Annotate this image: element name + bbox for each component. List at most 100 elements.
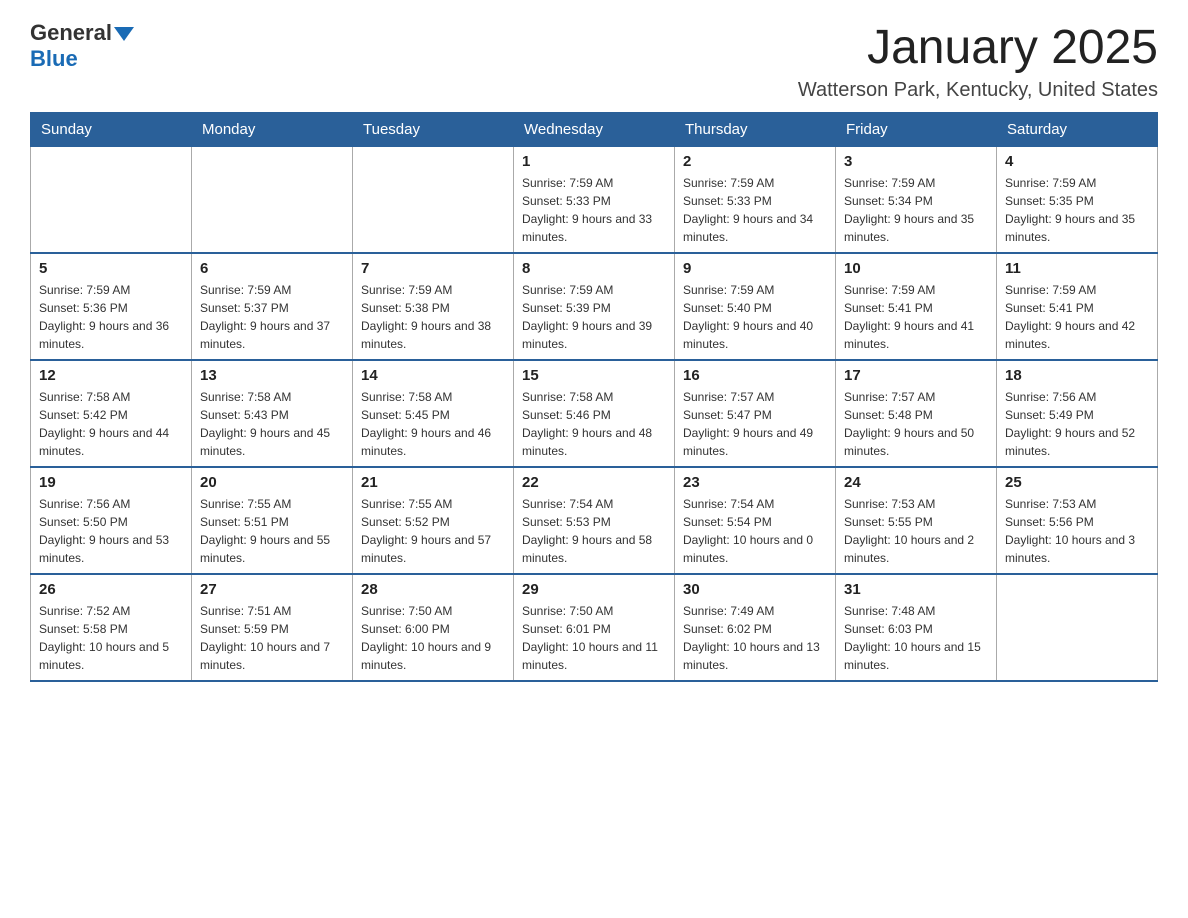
calendar-cell: 1 Sunrise: 7:59 AMSunset: 5:33 PMDaylight… (514, 147, 675, 254)
calendar-cell: 31 Sunrise: 7:48 AMSunset: 6:03 PMDayligh… (836, 574, 997, 681)
day-info: Sunrise: 7:59 AMSunset: 5:36 PMDaylight:… (39, 281, 183, 353)
day-info: Sunrise: 7:50 AMSunset: 6:00 PMDaylight:… (361, 602, 505, 674)
day-info: Sunrise: 7:53 AMSunset: 5:56 PMDaylight:… (1005, 495, 1149, 567)
day-info: Sunrise: 7:59 AMSunset: 5:41 PMDaylight:… (1005, 281, 1149, 353)
day-number: 25 (1005, 474, 1149, 491)
day-info: Sunrise: 7:59 AMSunset: 5:34 PMDaylight:… (844, 174, 988, 246)
day-header-wednesday: Wednesday (514, 113, 675, 147)
page-header: General Blue January 2025 Watterson Park… (30, 20, 1158, 102)
day-header-friday: Friday (836, 113, 997, 147)
day-number: 4 (1005, 153, 1149, 170)
day-info: Sunrise: 7:49 AMSunset: 6:02 PMDaylight:… (683, 602, 827, 674)
day-number: 22 (522, 474, 666, 491)
calendar-cell: 17Sunrise: 7:57 AMSunset: 5:48 PMDayligh… (836, 360, 997, 467)
day-number: 7 (361, 260, 505, 277)
day-number: 11 (1005, 260, 1149, 277)
calendar-cell: 7 Sunrise: 7:59 AMSunset: 5:38 PMDaylight… (353, 253, 514, 360)
day-number: 28 (361, 581, 505, 598)
day-number: 14 (361, 367, 505, 384)
calendar-cell: 23 Sunrise: 7:54 AMSunset: 5:54 PMDayligh… (675, 467, 836, 574)
calendar-week-row: 5 Sunrise: 7:59 AMSunset: 5:36 PMDaylight… (31, 253, 1158, 360)
day-number: 29 (522, 581, 666, 598)
calendar-cell: 22 Sunrise: 7:54 AMSunset: 5:53 PMDayligh… (514, 467, 675, 574)
day-info: Sunrise: 7:51 AMSunset: 5:59 PMDaylight:… (200, 602, 344, 674)
calendar-cell: 8Sunrise: 7:59 AMSunset: 5:39 PMDaylight… (514, 253, 675, 360)
calendar-cell: 12 Sunrise: 7:58 AMSunset: 5:42 PMDayligh… (31, 360, 192, 467)
calendar-cell: 15 Sunrise: 7:58 AMSunset: 5:46 PMDayligh… (514, 360, 675, 467)
day-info: Sunrise: 7:54 AMSunset: 5:54 PMDaylight:… (683, 495, 827, 567)
day-header-monday: Monday (192, 113, 353, 147)
day-info: Sunrise: 7:56 AMSunset: 5:49 PMDaylight:… (1005, 388, 1149, 460)
day-number: 1 (522, 153, 666, 170)
calendar-week-row: 26Sunrise: 7:52 AMSunset: 5:58 PMDayligh… (31, 574, 1158, 681)
day-number: 6 (200, 260, 344, 277)
logo-arrow-icon (114, 27, 134, 41)
logo-blue-text: Blue (30, 46, 78, 72)
day-info: Sunrise: 7:55 AMSunset: 5:52 PMDaylight:… (361, 495, 505, 567)
day-header-tuesday: Tuesday (353, 113, 514, 147)
day-info: Sunrise: 7:58 AMSunset: 5:42 PMDaylight:… (39, 388, 183, 460)
day-info: Sunrise: 7:55 AMSunset: 5:51 PMDaylight:… (200, 495, 344, 567)
calendar-cell (31, 147, 192, 254)
logo-text: General (30, 20, 134, 46)
day-info: Sunrise: 7:59 AMSunset: 5:33 PMDaylight:… (683, 174, 827, 246)
day-number: 23 (683, 474, 827, 491)
calendar-week-row: 1 Sunrise: 7:59 AMSunset: 5:33 PMDaylight… (31, 147, 1158, 254)
calendar-cell: 6 Sunrise: 7:59 AMSunset: 5:37 PMDaylight… (192, 253, 353, 360)
calendar-cell: 10 Sunrise: 7:59 AMSunset: 5:41 PMDayligh… (836, 253, 997, 360)
day-info: Sunrise: 7:59 AMSunset: 5:37 PMDaylight:… (200, 281, 344, 353)
day-number: 30 (683, 581, 827, 598)
day-info: Sunrise: 7:58 AMSunset: 5:46 PMDaylight:… (522, 388, 666, 460)
day-number: 3 (844, 153, 988, 170)
day-number: 10 (844, 260, 988, 277)
calendar-cell: 18 Sunrise: 7:56 AMSunset: 5:49 PMDayligh… (997, 360, 1158, 467)
calendar-cell (997, 574, 1158, 681)
day-number: 16 (683, 367, 827, 384)
day-info: Sunrise: 7:48 AMSunset: 6:03 PMDaylight:… (844, 602, 988, 674)
calendar-cell: 16Sunrise: 7:57 AMSunset: 5:47 PMDayligh… (675, 360, 836, 467)
day-number: 21 (361, 474, 505, 491)
calendar-cell: 4Sunrise: 7:59 AMSunset: 5:35 PMDaylight… (997, 147, 1158, 254)
calendar-cell: 9 Sunrise: 7:59 AMSunset: 5:40 PMDaylight… (675, 253, 836, 360)
day-number: 31 (844, 581, 988, 598)
day-number: 12 (39, 367, 183, 384)
day-info: Sunrise: 7:59 AMSunset: 5:41 PMDaylight:… (844, 281, 988, 353)
calendar-cell: 28 Sunrise: 7:50 AMSunset: 6:00 PMDayligh… (353, 574, 514, 681)
day-info: Sunrise: 7:59 AMSunset: 5:33 PMDaylight:… (522, 174, 666, 246)
day-number: 24 (844, 474, 988, 491)
logo: General Blue (30, 20, 134, 72)
day-info: Sunrise: 7:59 AMSunset: 5:39 PMDaylight:… (522, 281, 666, 353)
day-number: 15 (522, 367, 666, 384)
calendar-cell: 5 Sunrise: 7:59 AMSunset: 5:36 PMDaylight… (31, 253, 192, 360)
calendar-cell: 24 Sunrise: 7:53 AMSunset: 5:55 PMDayligh… (836, 467, 997, 574)
day-header-sunday: Sunday (31, 113, 192, 147)
day-number: 17 (844, 367, 988, 384)
day-info: Sunrise: 7:53 AMSunset: 5:55 PMDaylight:… (844, 495, 988, 567)
calendar-cell (192, 147, 353, 254)
day-info: Sunrise: 7:59 AMSunset: 5:40 PMDaylight:… (683, 281, 827, 353)
day-number: 13 (200, 367, 344, 384)
day-number: 5 (39, 260, 183, 277)
calendar-cell: 19Sunrise: 7:56 AMSunset: 5:50 PMDayligh… (31, 467, 192, 574)
calendar-header-row: SundayMondayTuesdayWednesdayThursdayFrid… (31, 113, 1158, 147)
calendar-cell: 29 Sunrise: 7:50 AMSunset: 6:01 PMDayligh… (514, 574, 675, 681)
calendar-cell (353, 147, 514, 254)
day-info: Sunrise: 7:54 AMSunset: 5:53 PMDaylight:… (522, 495, 666, 567)
calendar-cell: 11 Sunrise: 7:59 AMSunset: 5:41 PMDayligh… (997, 253, 1158, 360)
day-number: 27 (200, 581, 344, 598)
calendar-week-row: 12 Sunrise: 7:58 AMSunset: 5:42 PMDayligh… (31, 360, 1158, 467)
day-number: 9 (683, 260, 827, 277)
logo-general-text: General (30, 20, 112, 46)
month-title: January 2025 (798, 20, 1158, 75)
day-info: Sunrise: 7:59 AMSunset: 5:38 PMDaylight:… (361, 281, 505, 353)
day-number: 18 (1005, 367, 1149, 384)
day-info: Sunrise: 7:50 AMSunset: 6:01 PMDaylight:… (522, 602, 666, 674)
calendar-cell: 21 Sunrise: 7:55 AMSunset: 5:52 PMDayligh… (353, 467, 514, 574)
calendar-table: SundayMondayTuesdayWednesdayThursdayFrid… (30, 112, 1158, 682)
calendar-cell: 30 Sunrise: 7:49 AMSunset: 6:02 PMDayligh… (675, 574, 836, 681)
day-header-saturday: Saturday (997, 113, 1158, 147)
day-info: Sunrise: 7:58 AMSunset: 5:43 PMDaylight:… (200, 388, 344, 460)
calendar-cell: 20Sunrise: 7:55 AMSunset: 5:51 PMDayligh… (192, 467, 353, 574)
calendar-cell: 3 Sunrise: 7:59 AMSunset: 5:34 PMDaylight… (836, 147, 997, 254)
day-info: Sunrise: 7:52 AMSunset: 5:58 PMDaylight:… (39, 602, 183, 674)
